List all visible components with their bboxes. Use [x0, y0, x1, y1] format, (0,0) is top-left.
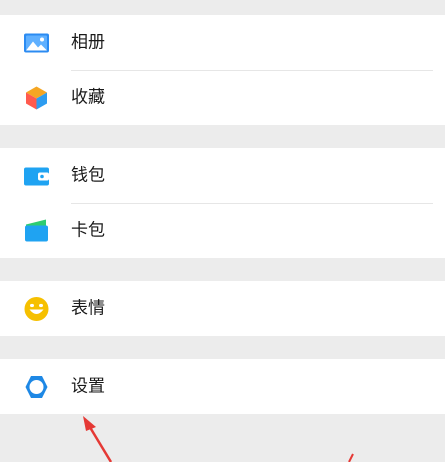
menu-item-settings[interactable]: 设置: [0, 359, 445, 414]
card-pack-icon: [25, 219, 48, 241]
menu-item-album[interactable]: 相册: [0, 15, 445, 70]
favorites-cube-icon: [26, 86, 47, 109]
menu-group-wallet: 钱包 卡包: [0, 148, 445, 258]
wallet-icon: [24, 167, 49, 185]
menu-item-favorites[interactable]: 收藏: [0, 70, 445, 125]
menu-group-stickers: 表情: [0, 281, 445, 336]
menu-item-label: 钱包: [71, 165, 105, 185]
menu-group-media: 相册 收藏: [0, 15, 445, 125]
menu-item-stickers[interactable]: 表情: [0, 281, 445, 336]
menu-item-label: 表情: [71, 298, 105, 318]
photo-album-icon: [24, 33, 49, 52]
menu-item-label: 收藏: [71, 87, 105, 107]
menu-group-settings: 设置: [0, 359, 445, 414]
menu-item-wallet[interactable]: 钱包: [0, 148, 445, 203]
menu-item-card-pack[interactable]: 卡包: [0, 203, 445, 258]
menu-item-label: 设置: [71, 376, 105, 396]
menu-item-label: 相册: [71, 32, 105, 52]
smiley-icon: [24, 296, 49, 321]
menu-item-label: 卡包: [71, 220, 105, 240]
me-tab-menu: 相册 收藏 钱包 卡包 表情 设置: [0, 0, 445, 462]
settings-gear-icon: [25, 375, 48, 398]
